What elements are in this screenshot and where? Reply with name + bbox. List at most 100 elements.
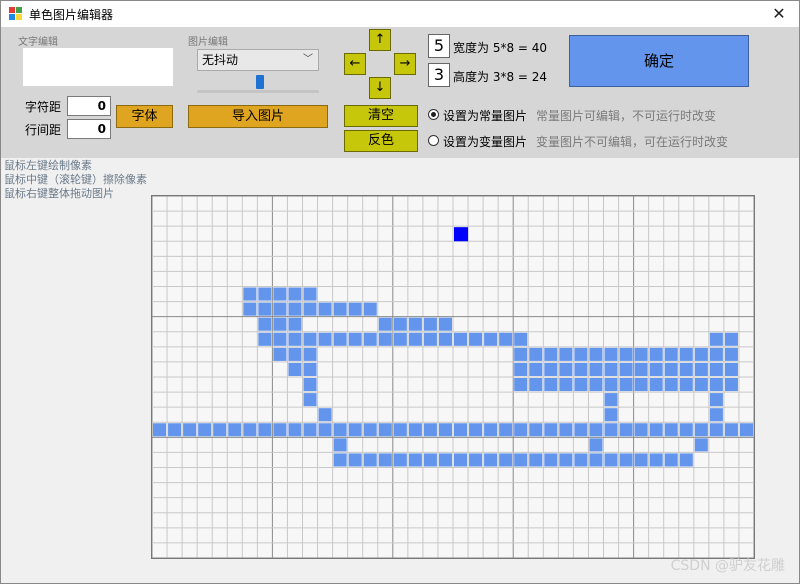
pixel-on[interactable]	[393, 332, 407, 346]
dither-slider-thumb[interactable]	[256, 75, 265, 89]
pixel-on[interactable]	[348, 302, 362, 316]
pixel-on[interactable]	[258, 287, 272, 301]
pixel-on[interactable]	[634, 423, 648, 437]
pixel-on[interactable]	[303, 347, 317, 361]
pixel-on[interactable]	[574, 362, 588, 376]
pixel-on[interactable]	[589, 438, 603, 452]
pixel-on[interactable]	[619, 453, 633, 467]
import-image-button[interactable]: 导入图片	[188, 105, 328, 128]
pixel-on[interactable]	[348, 453, 362, 467]
pixel-on[interactable]	[514, 423, 528, 437]
pixel-on[interactable]	[228, 423, 242, 437]
pixel-on[interactable]	[423, 453, 437, 467]
pixel-on[interactable]	[378, 423, 392, 437]
pixel-on[interactable]	[604, 347, 618, 361]
pixel-on[interactable]	[303, 378, 317, 392]
pixel-on[interactable]	[619, 378, 633, 392]
constant-image-label[interactable]: 设置为常量图片	[443, 107, 527, 124]
pixel-on[interactable]	[514, 332, 528, 346]
pixel-on[interactable]	[664, 423, 678, 437]
pixel-on[interactable]	[589, 423, 603, 437]
variable-image-label[interactable]: 设置为变量图片	[443, 133, 527, 150]
pixel-on[interactable]	[529, 347, 543, 361]
pixel-on[interactable]	[559, 423, 573, 437]
pixel-on[interactable]	[514, 378, 528, 392]
pixel-on[interactable]	[408, 453, 422, 467]
pixel-on[interactable]	[604, 378, 618, 392]
pixel-on[interactable]	[183, 423, 197, 437]
pixel-on[interactable]	[303, 362, 317, 376]
pixel-on[interactable]	[679, 453, 693, 467]
pixel-on[interactable]	[258, 302, 272, 316]
pixel-on[interactable]	[303, 393, 317, 407]
pixel-on[interactable]	[273, 332, 287, 346]
pixel-on[interactable]	[393, 423, 407, 437]
pixel-on[interactable]	[664, 362, 678, 376]
pixel-on[interactable]	[454, 453, 468, 467]
pixel-on[interactable]	[514, 453, 528, 467]
pixel-on[interactable]	[318, 423, 332, 437]
pixel-on[interactable]	[333, 332, 347, 346]
pixel-on[interactable]	[544, 347, 558, 361]
pixel-on[interactable]	[333, 423, 347, 437]
shift-left-button[interactable]: ←	[344, 53, 366, 75]
pixel-on[interactable]	[529, 453, 543, 467]
pixel-on[interactable]	[709, 393, 723, 407]
pixel-on[interactable]	[574, 453, 588, 467]
pixel-on[interactable]	[273, 317, 287, 331]
pixel-on[interactable]	[333, 453, 347, 467]
line-spacing-input[interactable]: 0	[67, 119, 111, 139]
pixel-on[interactable]	[529, 362, 543, 376]
confirm-button[interactable]: 确定	[569, 35, 749, 87]
pixel-on[interactable]	[213, 423, 227, 437]
pixel-on[interactable]	[559, 378, 573, 392]
pixel-on[interactable]	[559, 453, 573, 467]
pixel-on[interactable]	[484, 332, 498, 346]
constant-image-radio[interactable]	[428, 109, 439, 120]
width-count-input[interactable]: 5	[428, 34, 450, 58]
pixel-on[interactable]	[318, 302, 332, 316]
pixel-on[interactable]	[544, 362, 558, 376]
pixel-on[interactable]	[634, 362, 648, 376]
shift-up-button[interactable]: ↑	[369, 29, 391, 51]
pixel-on[interactable]	[649, 378, 663, 392]
pixel-on[interactable]	[484, 453, 498, 467]
pixel-on[interactable]	[288, 347, 302, 361]
pixel-on[interactable]	[574, 423, 588, 437]
pixel-on[interactable]	[679, 362, 693, 376]
pixel-on[interactable]	[559, 362, 573, 376]
pixel-on[interactable]	[664, 347, 678, 361]
pixel-on[interactable]	[499, 453, 513, 467]
pixel-on[interactable]	[168, 423, 182, 437]
text-edit-input[interactable]	[23, 48, 173, 86]
pixel-on[interactable]	[619, 423, 633, 437]
pixel-on[interactable]	[273, 302, 287, 316]
pixel-on[interactable]	[649, 423, 663, 437]
pixel-on[interactable]	[363, 302, 377, 316]
pixel-on[interactable]	[153, 423, 167, 437]
variable-image-radio[interactable]	[428, 135, 439, 146]
pixel-on[interactable]	[724, 423, 738, 437]
pixel-on[interactable]	[273, 287, 287, 301]
pixel-on[interactable]	[438, 453, 452, 467]
font-button[interactable]: 字体	[116, 105, 173, 128]
pixel-on[interactable]	[544, 453, 558, 467]
pixel-on[interactable]	[243, 423, 257, 437]
pixel-on[interactable]	[378, 332, 392, 346]
pixel-on[interactable]	[288, 287, 302, 301]
pixel-on[interactable]	[529, 378, 543, 392]
pixel-on[interactable]	[273, 347, 287, 361]
pixel-on[interactable]	[438, 332, 452, 346]
pixel-on[interactable]	[634, 347, 648, 361]
pixel-on[interactable]	[363, 453, 377, 467]
pixel-on[interactable]	[619, 347, 633, 361]
pixel-on[interactable]	[423, 317, 437, 331]
pixel-on[interactable]	[288, 423, 302, 437]
pixel-on[interactable]	[333, 302, 347, 316]
pixel-on[interactable]	[484, 423, 498, 437]
pixel-grid[interactable]	[151, 195, 755, 559]
pixel-on[interactable]	[273, 423, 287, 437]
pixel-on[interactable]	[709, 332, 723, 346]
pixel-on[interactable]	[393, 317, 407, 331]
pixel-on[interactable]	[709, 362, 723, 376]
